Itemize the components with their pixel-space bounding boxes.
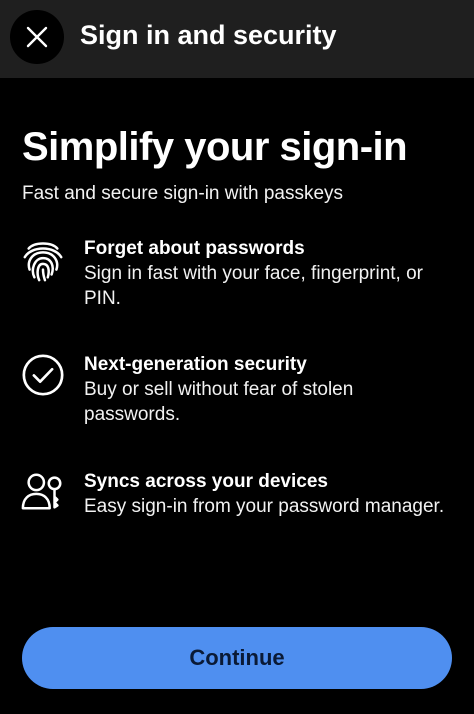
feature-text: Next-generation security Buy or sell wit… [84,352,454,427]
fingerprint-icon [23,242,63,282]
continue-button[interactable]: Continue [22,627,452,689]
close-icon [26,26,48,48]
feature-description: Easy sign-in from your password manager. [84,496,445,517]
feature-title: Next-generation security [84,354,307,375]
header-bar: Sign in and security [0,0,474,78]
users-key-icon [21,473,62,510]
page-title: Simplify your sign-in [22,125,408,169]
feature-text: Forget about passwords Sign in fast with… [84,236,454,311]
check-circle-icon [22,354,64,396]
sign-in-security-screen: Sign in and security Simplify your sign-… [0,0,474,714]
feature-text: Syncs across your devices Easy sign-in f… [84,469,454,519]
feature-title: Forget about passwords [84,238,305,259]
header-title: Sign in and security [80,20,337,50]
page-subtitle: Fast and secure sign-in with passkeys [22,183,344,204]
close-button[interactable] [10,10,64,64]
feature-description: Sign in fast with your face, fingerprint… [84,263,423,309]
feature-title: Syncs across your devices [84,471,328,492]
feature-description: Buy or sell without fear of stolen passw… [84,379,354,425]
